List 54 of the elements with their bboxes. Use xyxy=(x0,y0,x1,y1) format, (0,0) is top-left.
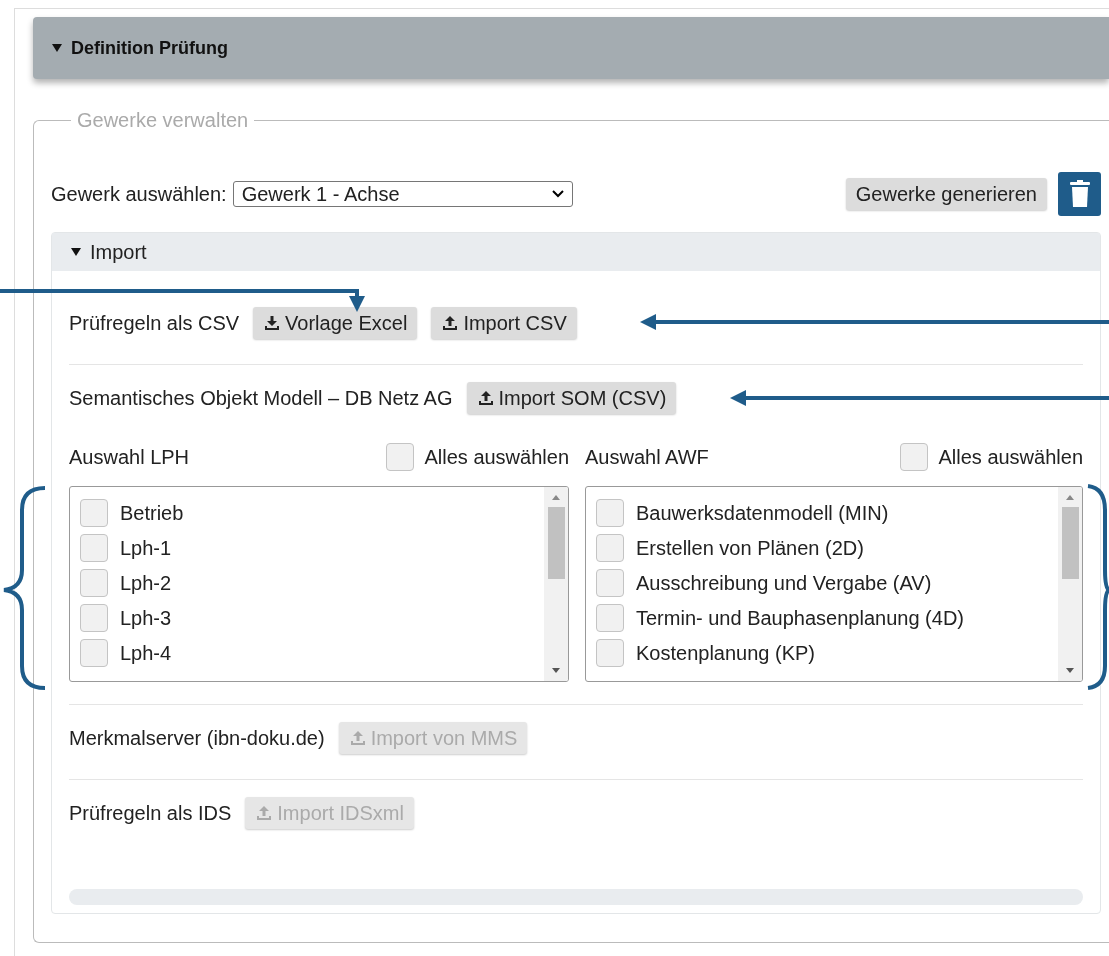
fieldset-legend: Gewerke verwalten xyxy=(71,109,255,132)
checkbox-label: Erstellen von Plänen (2D) xyxy=(636,536,864,560)
import-button[interactable]: Vorlage Excel xyxy=(253,307,418,339)
checkbox-label: Alles auswählen xyxy=(938,445,1083,469)
trash-icon xyxy=(1068,180,1091,208)
row-label: Prüfregeln als IDS xyxy=(69,801,232,825)
field-label: Gewerk auswählen: xyxy=(51,182,227,206)
scrollbar[interactable] xyxy=(1058,487,1082,681)
checkbox[interactable] xyxy=(596,534,624,562)
checkbox-label: Lph-2 xyxy=(120,571,172,595)
row-label: Prüfregeln als CSV xyxy=(69,311,240,335)
list-title: Auswahl AWF xyxy=(585,445,709,469)
checkbox[interactable] xyxy=(80,639,108,667)
import-button[interactable]: Import CSV xyxy=(431,307,577,339)
delete-button[interactable] xyxy=(1058,172,1101,216)
upload-icon xyxy=(255,804,274,822)
list-title: Auswahl LPH xyxy=(69,445,190,469)
gewerk-dropdown[interactable]: Gewerk 1 - Achse xyxy=(232,181,573,207)
row-label: Semantisches Objekt Modell – DB Netz AG xyxy=(69,386,453,410)
import-title: Import xyxy=(90,240,147,264)
checkbox-label: Lph-4 xyxy=(120,641,172,665)
checkbox[interactable] xyxy=(596,639,624,667)
section-header[interactable]: Definition Prüfung xyxy=(33,17,1109,79)
checkbox[interactable] xyxy=(596,569,624,597)
upload-icon xyxy=(441,314,460,332)
upload-icon xyxy=(348,729,367,747)
upload-icon xyxy=(476,389,495,407)
checkbox[interactable] xyxy=(80,604,108,632)
scrollbar[interactable] xyxy=(544,487,568,681)
checkbox[interactable] xyxy=(900,443,929,471)
scroll-down-icon[interactable] xyxy=(1065,667,1075,675)
checkbox[interactable] xyxy=(80,569,108,597)
checkbox-label: Bauwerksdatenmodell (MIN) xyxy=(636,501,889,525)
download-icon xyxy=(263,314,282,332)
checkbox-label: Alles auswählen xyxy=(424,445,569,469)
checkbox-label: Lph-3 xyxy=(120,606,172,630)
scroll-up-icon[interactable] xyxy=(1065,493,1075,501)
checkbox[interactable] xyxy=(596,499,624,527)
checkbox-label: Betrieb xyxy=(120,501,184,525)
checkbox-label: Kostenplanung (KP) xyxy=(636,641,815,665)
generate-button[interactable]: Gewerke generieren xyxy=(845,178,1047,210)
import-header[interactable]: Import xyxy=(52,233,1100,271)
checkbox[interactable] xyxy=(596,604,624,632)
checkbox[interactable] xyxy=(80,499,108,527)
checkbox-label: Ausschreibung und Vergabe (AV) xyxy=(636,571,932,595)
import-button[interactable]: Import SOM (CSV) xyxy=(466,382,677,414)
section-title: Definition Prüfung xyxy=(71,37,228,59)
checkbox-label: Termin- und Bauphasenplanung (4D) xyxy=(636,606,964,630)
checkbox[interactable] xyxy=(80,534,108,562)
scroll-up-icon[interactable] xyxy=(551,493,561,501)
checkbox[interactable] xyxy=(386,443,415,471)
scroll-down-icon[interactable] xyxy=(551,667,561,675)
row-label: Merkmalserver (ibn-doku.de) xyxy=(69,726,325,750)
checkbox-label: Lph-1 xyxy=(120,536,172,560)
